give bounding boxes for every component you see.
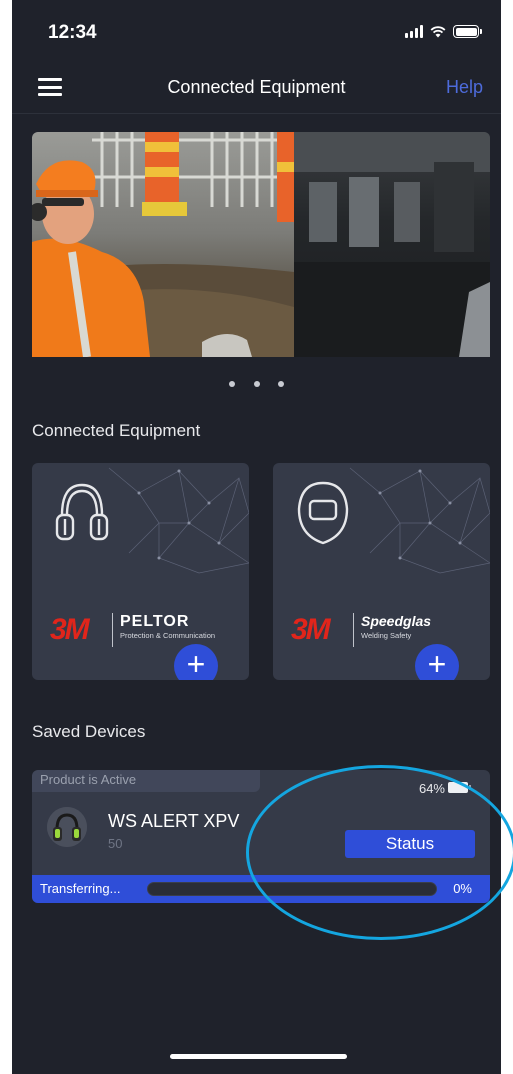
transfer-label: Transferring... — [40, 881, 121, 896]
page-title: Connected Equipment — [167, 77, 346, 97]
speedglas-equipment-card[interactable]: 3M Speedglas Welding Safety + — [273, 463, 490, 680]
navigation-bar: Connected Equipment Help — [12, 62, 501, 114]
network-pattern-icon — [108, 467, 249, 574]
earmuff-headset-icon — [55, 483, 109, 541]
carousel-dot[interactable] — [277, 381, 284, 387]
brand-divider — [112, 613, 113, 647]
device-avatar — [47, 807, 87, 847]
transfer-progress-bar: Transferring... 0% — [32, 875, 490, 903]
peltor-brand-name: PELTOR — [120, 613, 190, 630]
peltor-subtitle: Protection & Communication — [120, 631, 216, 640]
peltor-equipment-card[interactable]: 3M PELTOR Protection & Communication + — [32, 463, 249, 680]
carousel-dot[interactable] — [253, 381, 260, 387]
device-name: WS ALERT XPV — [108, 811, 240, 831]
welding-helmet-icon — [297, 481, 349, 545]
3m-logo: 3M — [291, 613, 331, 646]
saved-devices-heading: Saved Devices — [32, 722, 146, 741]
factory-photo — [294, 132, 490, 357]
app-screen: 12:34 Connected Equipment Help Connected… — [12, 0, 501, 1074]
device-battery-icon — [448, 782, 471, 793]
3m-logo: 3M — [50, 613, 90, 646]
speedglas-subtitle: Welding Safety — [361, 631, 412, 640]
saved-device-card[interactable]: Product is Active 64% WS ALERT XPV 50 St… — [32, 770, 490, 903]
active-status-tab: Product is Active — [32, 770, 260, 792]
cellular-signal-icon — [405, 25, 423, 38]
transfer-track — [147, 882, 437, 896]
carousel-dot[interactable] — [229, 381, 236, 387]
worker-hardhat-photo — [32, 132, 294, 357]
network-pattern-icon — [349, 467, 490, 574]
brand-divider — [353, 613, 354, 647]
hero-carousel[interactable] — [32, 132, 490, 357]
product-active-label: Product is Active — [40, 772, 137, 787]
home-indicator — [170, 1054, 347, 1059]
battery-icon — [453, 25, 482, 38]
status-button[interactable]: Status — [345, 830, 475, 858]
transfer-percentage: 0% — [453, 881, 472, 896]
status-time: 12:34 — [48, 22, 97, 43]
add-speedglas-button[interactable]: + — [415, 644, 459, 680]
status-icons — [405, 25, 482, 38]
speedglas-brand-name: Speedglas — [361, 613, 432, 629]
connected-equipment-heading: Connected Equipment — [32, 421, 201, 440]
add-peltor-button[interactable]: + — [174, 644, 218, 680]
status-bar: 12:34 — [12, 0, 501, 62]
carousel-pagination — [12, 374, 501, 392]
help-link[interactable]: Help — [446, 77, 483, 98]
device-serial: 50 — [108, 836, 123, 851]
wifi-icon — [430, 26, 446, 38]
battery-percentage: 64% — [418, 781, 445, 796]
